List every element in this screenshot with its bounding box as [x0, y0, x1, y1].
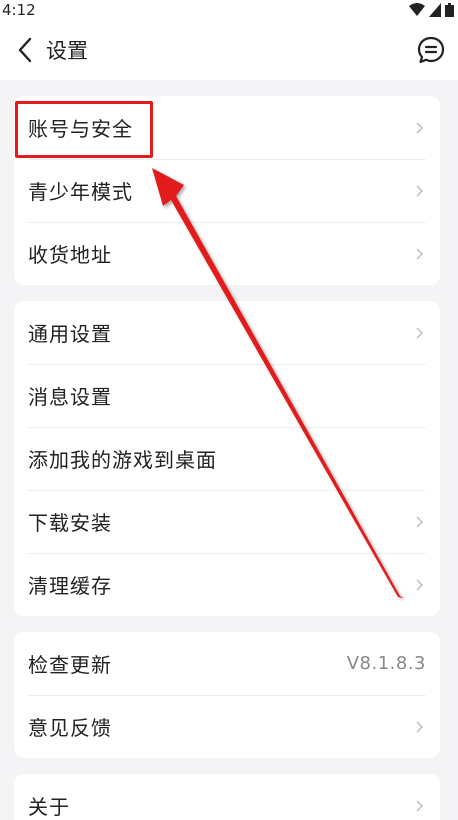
add-games-to-desktop-label: 添加我的游戏到桌面	[28, 448, 217, 472]
chevron-right-icon	[416, 121, 424, 134]
shipping-address-item[interactable]: 收货地址	[14, 222, 440, 285]
signal-icon	[429, 3, 441, 17]
settings-group-general: 通用设置 消息设置 添加我的游戏到桌面 下载安装 清理缓存	[14, 301, 440, 616]
general-settings-label: 通用设置	[28, 322, 112, 346]
shipping-address-label: 收货地址	[28, 243, 112, 267]
settings-group-account: 账号与安全 青少年模式 收货地址	[14, 96, 440, 285]
message-icon	[417, 36, 445, 64]
clear-cache-item[interactable]: 清理缓存	[14, 553, 440, 616]
teen-mode-label: 青少年模式	[28, 180, 133, 204]
settings-group-about: 关于	[14, 774, 440, 820]
download-install-item[interactable]: 下载安装	[14, 490, 440, 553]
page-title: 设置	[46, 39, 88, 63]
message-settings-label: 消息设置	[28, 385, 112, 409]
chevron-right-icon	[416, 720, 424, 733]
status-bar: 4:12	[0, 0, 458, 20]
about-label: 关于	[28, 795, 70, 819]
check-update-label: 检查更新	[28, 653, 112, 677]
add-games-to-desktop-item[interactable]: 添加我的游戏到桌面	[14, 427, 440, 490]
wifi-icon	[409, 3, 425, 16]
feedback-item[interactable]: 意见反馈	[14, 695, 440, 758]
message-button[interactable]	[412, 30, 450, 70]
chevron-right-icon	[416, 326, 424, 339]
clear-cache-label: 清理缓存	[28, 574, 112, 598]
chevron-right-icon	[416, 247, 424, 260]
general-settings-item[interactable]: 通用设置	[14, 301, 440, 364]
message-settings-item[interactable]: 消息设置	[14, 364, 440, 427]
app-bar: 设置	[0, 20, 458, 80]
back-arrow-icon	[18, 37, 32, 63]
chevron-right-icon	[416, 184, 424, 197]
version-value: V8.1.8.3	[346, 653, 426, 674]
chevron-right-icon	[416, 578, 424, 591]
feedback-label: 意见反馈	[28, 716, 112, 740]
account-security-item[interactable]: 账号与安全	[14, 96, 440, 159]
chevron-right-icon	[416, 515, 424, 528]
back-button[interactable]	[10, 30, 40, 70]
check-update-item[interactable]: 检查更新 V8.1.8.3	[14, 632, 440, 695]
chevron-right-icon	[416, 799, 424, 812]
download-install-label: 下载安装	[28, 511, 112, 535]
account-security-label: 账号与安全	[28, 117, 133, 141]
battery-icon	[445, 3, 454, 17]
teen-mode-item[interactable]: 青少年模式	[14, 159, 440, 222]
status-time: 4:12	[2, 1, 36, 19]
settings-group-update: 检查更新 V8.1.8.3 意见反馈	[14, 632, 440, 758]
status-icons	[409, 3, 454, 17]
about-item[interactable]: 关于	[14, 774, 440, 820]
